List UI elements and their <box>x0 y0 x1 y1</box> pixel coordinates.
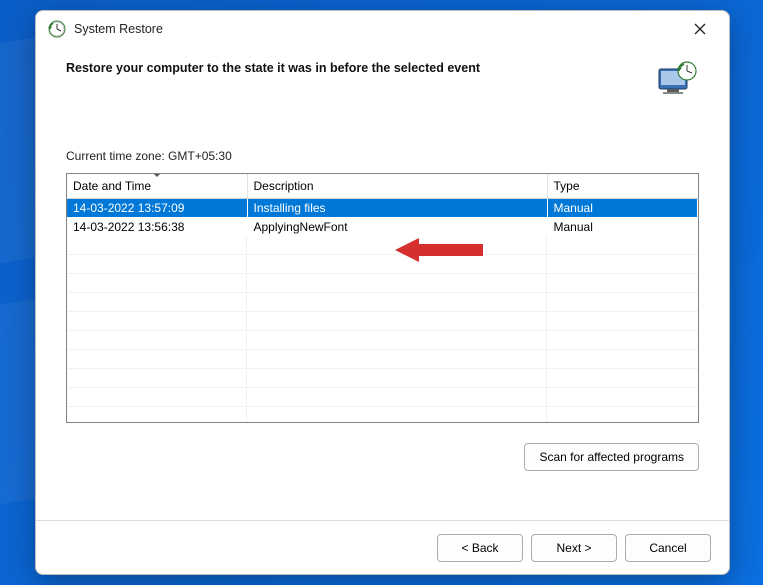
sort-descending-icon <box>153 173 161 177</box>
scan-affected-button[interactable]: Scan for affected programs <box>524 443 699 471</box>
restore-points-table: Date and Time Description Type 14-03-202… <box>66 173 699 423</box>
cell-description: ApplyingNewFont <box>247 217 547 236</box>
cell-type: Manual <box>547 198 698 217</box>
column-label: Date and Time <box>73 179 151 193</box>
timezone-label: Current time zone: GMT+05:30 <box>66 149 699 163</box>
monitor-restore-icon <box>655 59 699 103</box>
clock-icon <box>48 20 66 38</box>
scan-row: Scan for affected programs <box>66 423 699 471</box>
column-header-type[interactable]: Type <box>547 174 698 198</box>
back-button[interactable]: < Back <box>437 534 523 562</box>
dialog-content: Current time zone: GMT+05:30 Date and Ti… <box>36 109 729 520</box>
next-button[interactable]: Next > <box>531 534 617 562</box>
column-header-datetime[interactable]: Date and Time <box>67 174 247 198</box>
window-title: System Restore <box>74 22 681 36</box>
empty-grid-area <box>67 236 698 422</box>
table-row[interactable]: 14-03-2022 13:56:38 ApplyingNewFont Manu… <box>67 217 698 236</box>
dialog-footer: < Back Next > Cancel <box>36 520 729 574</box>
titlebar: System Restore <box>36 11 729 47</box>
cancel-button[interactable]: Cancel <box>625 534 711 562</box>
column-header-description[interactable]: Description <box>247 174 547 198</box>
dialog-header: Restore your computer to the state it wa… <box>36 47 729 109</box>
column-label: Type <box>554 179 580 193</box>
cell-type: Manual <box>547 217 698 236</box>
cell-datetime: 14-03-2022 13:57:09 <box>67 198 247 217</box>
cell-description: Installing files <box>247 198 547 217</box>
table-row[interactable]: 14-03-2022 13:57:09 Installing files Man… <box>67 198 698 217</box>
header-text: Restore your computer to the state it wa… <box>66 61 655 75</box>
column-label: Description <box>254 179 314 193</box>
close-button[interactable] <box>681 15 719 43</box>
cell-datetime: 14-03-2022 13:56:38 <box>67 217 247 236</box>
system-restore-dialog: System Restore Restore your computer to … <box>35 10 730 575</box>
